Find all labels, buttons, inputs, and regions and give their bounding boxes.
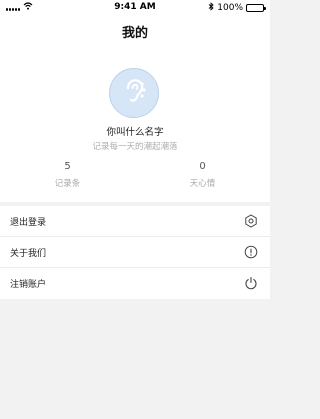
battery-text: 100%: [217, 3, 243, 13]
page-title: 我的: [121, 26, 148, 41]
menu-item-label: 退出登录: [10, 217, 47, 228]
menu-item-logout[interactable]: 退出登录: [0, 206, 270, 237]
stat-mood-days[interactable]: 0 天心情: [135, 161, 270, 189]
stats-row: 5 记录条 0 天心情: [0, 161, 270, 189]
settings-icon: [244, 214, 258, 228]
stat-label: 记录条: [54, 179, 81, 189]
stat-label: 天心情: [189, 179, 216, 189]
status-bar: 9:41 AM 100%: [0, 0, 270, 14]
info-icon: [244, 245, 258, 259]
stat-value: 0: [199, 161, 206, 172]
menu-item-label: 关于我们: [10, 248, 47, 259]
bluetooth-icon: [208, 2, 214, 14]
profile-section: 9:41 AM 100% 我的 你叫什么名字 记录每一天的潮起潮落 5 记录条 …: [0, 0, 270, 202]
username: 你叫什么名字: [106, 127, 164, 138]
stat-value: 5: [64, 161, 71, 172]
settings-menu: 退出登录 关于我们 注销账户: [0, 206, 270, 299]
ear-icon: [119, 76, 149, 110]
power-icon: [244, 276, 258, 290]
menu-item-delete-account[interactable]: 注销账户: [0, 268, 270, 299]
status-right: 100%: [208, 2, 266, 14]
battery-icon: [246, 4, 266, 12]
menu-item-label: 注销账户: [10, 280, 47, 290]
avatar[interactable]: [109, 68, 159, 118]
menu-item-about[interactable]: 关于我们: [0, 237, 270, 268]
stat-records[interactable]: 5 记录条: [0, 161, 135, 189]
signature: 记录每一天的潮起潮落: [92, 142, 178, 152]
